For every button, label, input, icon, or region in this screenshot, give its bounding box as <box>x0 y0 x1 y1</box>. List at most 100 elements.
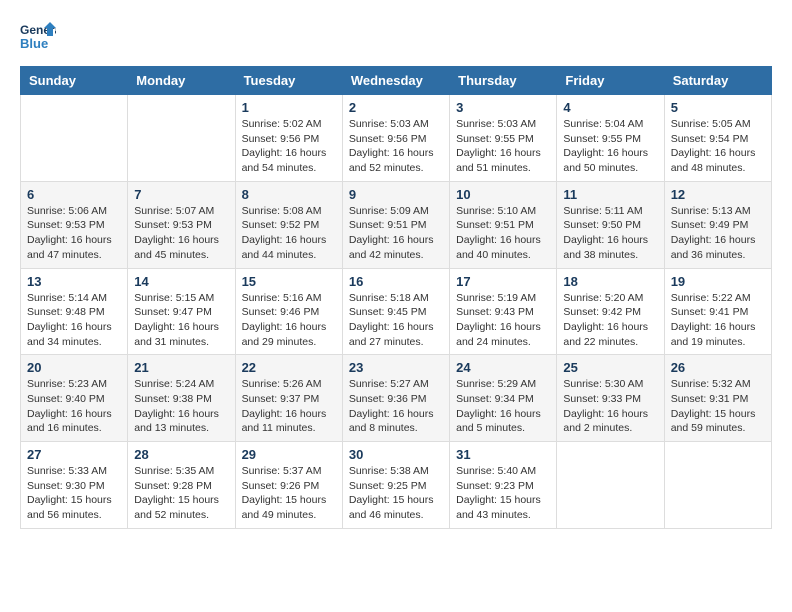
day-info: Sunrise: 5:37 AM Sunset: 9:26 PM Dayligh… <box>242 464 336 523</box>
day-info: Sunrise: 5:13 AM Sunset: 9:49 PM Dayligh… <box>671 204 765 263</box>
day-cell <box>664 442 771 529</box>
day-number: 14 <box>134 274 228 289</box>
day-number: 30 <box>349 447 443 462</box>
day-info: Sunrise: 5:19 AM Sunset: 9:43 PM Dayligh… <box>456 291 550 350</box>
day-info: Sunrise: 5:22 AM Sunset: 9:41 PM Dayligh… <box>671 291 765 350</box>
day-info: Sunrise: 5:20 AM Sunset: 9:42 PM Dayligh… <box>563 291 657 350</box>
weekday-header-friday: Friday <box>557 67 664 95</box>
day-info: Sunrise: 5:08 AM Sunset: 9:52 PM Dayligh… <box>242 204 336 263</box>
logo-text-block: General Blue <box>20 20 56 56</box>
day-cell: 19 Sunrise: 5:22 AM Sunset: 9:41 PM Dayli… <box>664 268 771 355</box>
day-cell: 31Sunrise: 5:40 AM Sunset: 9:23 PM Dayli… <box>450 442 557 529</box>
day-number: 9 <box>349 187 443 202</box>
day-number: 1 <box>242 100 336 115</box>
day-number: 7 <box>134 187 228 202</box>
weekday-header-tuesday: Tuesday <box>235 67 342 95</box>
weekday-header-wednesday: Wednesday <box>342 67 449 95</box>
day-cell: 2 Sunrise: 5:03 AM Sunset: 9:56 PM Daylig… <box>342 95 449 182</box>
day-cell: 30 Sunrise: 5:38 AM Sunset: 9:25 PM Dayli… <box>342 442 449 529</box>
day-cell: 28 Sunrise: 5:35 AM Sunset: 9:28 PM Dayli… <box>128 442 235 529</box>
day-number: 19 <box>671 274 765 289</box>
day-info: Sunrise: 5:23 AM Sunset: 9:40 PM Dayligh… <box>27 377 121 436</box>
day-cell: 14Sunrise: 5:15 AM Sunset: 9:47 PM Dayli… <box>128 268 235 355</box>
day-cell: 6Sunrise: 5:06 AM Sunset: 9:53 PM Daylig… <box>21 181 128 268</box>
day-cell: 22Sunrise: 5:26 AM Sunset: 9:37 PM Dayli… <box>235 355 342 442</box>
day-number: 24 <box>456 360 550 375</box>
weekday-header-sunday: Sunday <box>21 67 128 95</box>
logo: General Blue <box>20 20 56 56</box>
day-cell: 16Sunrise: 5:18 AM Sunset: 9:45 PM Dayli… <box>342 268 449 355</box>
day-cell: 12 Sunrise: 5:13 AM Sunset: 9:49 PM Dayli… <box>664 181 771 268</box>
day-info: Sunrise: 5:32 AM Sunset: 9:31 PM Dayligh… <box>671 377 765 436</box>
day-number: 12 <box>671 187 765 202</box>
day-cell: 26 Sunrise: 5:32 AM Sunset: 9:31 PM Dayli… <box>664 355 771 442</box>
day-info: Sunrise: 5:24 AM Sunset: 9:38 PM Dayligh… <box>134 377 228 436</box>
day-cell: 18 Sunrise: 5:20 AM Sunset: 9:42 PM Dayli… <box>557 268 664 355</box>
day-info: Sunrise: 5:16 AM Sunset: 9:46 PM Dayligh… <box>242 291 336 350</box>
day-cell: 20 Sunrise: 5:23 AM Sunset: 9:40 PM Dayli… <box>21 355 128 442</box>
calendar-table: SundayMondayTuesdayWednesdayThursdayFrid… <box>20 66 772 529</box>
weekday-header-saturday: Saturday <box>664 67 771 95</box>
svg-text:Blue: Blue <box>20 36 48 51</box>
day-cell: 9 Sunrise: 5:09 AM Sunset: 9:51 PM Daylig… <box>342 181 449 268</box>
day-info: Sunrise: 5:27 AM Sunset: 9:36 PM Dayligh… <box>349 377 443 436</box>
day-info: Sunrise: 5:04 AM Sunset: 9:55 PM Dayligh… <box>563 117 657 176</box>
day-cell: 7 Sunrise: 5:07 AM Sunset: 9:53 PM Daylig… <box>128 181 235 268</box>
day-cell: 29 Sunrise: 5:37 AM Sunset: 9:26 PM Dayli… <box>235 442 342 529</box>
day-cell: 3Sunrise: 5:03 AM Sunset: 9:55 PM Daylig… <box>450 95 557 182</box>
day-number: 2 <box>349 100 443 115</box>
day-number: 4 <box>563 100 657 115</box>
day-number: 27 <box>27 447 121 462</box>
day-cell: 11 Sunrise: 5:11 AM Sunset: 9:50 PM Dayli… <box>557 181 664 268</box>
week-row-1: 1 Sunrise: 5:02 AM Sunset: 9:56 PM Daylig… <box>21 95 772 182</box>
day-info: Sunrise: 5:03 AM Sunset: 9:55 PM Dayligh… <box>456 117 550 176</box>
day-number: 16 <box>349 274 443 289</box>
day-cell: 8 Sunrise: 5:08 AM Sunset: 9:52 PM Daylig… <box>235 181 342 268</box>
day-number: 28 <box>134 447 228 462</box>
week-row-3: 13 Sunrise: 5:14 AM Sunset: 9:48 PM Dayli… <box>21 268 772 355</box>
day-info: Sunrise: 5:29 AM Sunset: 9:34 PM Dayligh… <box>456 377 550 436</box>
day-number: 8 <box>242 187 336 202</box>
day-info: Sunrise: 5:14 AM Sunset: 9:48 PM Dayligh… <box>27 291 121 350</box>
week-row-5: 27 Sunrise: 5:33 AM Sunset: 9:30 PM Dayli… <box>21 442 772 529</box>
day-number: 29 <box>242 447 336 462</box>
day-number: 17 <box>456 274 550 289</box>
day-info: Sunrise: 5:30 AM Sunset: 9:33 PM Dayligh… <box>563 377 657 436</box>
day-info: Sunrise: 5:10 AM Sunset: 9:51 PM Dayligh… <box>456 204 550 263</box>
day-cell <box>557 442 664 529</box>
day-info: Sunrise: 5:35 AM Sunset: 9:28 PM Dayligh… <box>134 464 228 523</box>
day-info: Sunrise: 5:09 AM Sunset: 9:51 PM Dayligh… <box>349 204 443 263</box>
day-cell: 5Sunrise: 5:05 AM Sunset: 9:54 PM Daylig… <box>664 95 771 182</box>
day-cell: 24 Sunrise: 5:29 AM Sunset: 9:34 PM Dayli… <box>450 355 557 442</box>
day-info: Sunrise: 5:03 AM Sunset: 9:56 PM Dayligh… <box>349 117 443 176</box>
day-cell: 15Sunrise: 5:16 AM Sunset: 9:46 PM Dayli… <box>235 268 342 355</box>
day-info: Sunrise: 5:07 AM Sunset: 9:53 PM Dayligh… <box>134 204 228 263</box>
day-cell <box>21 95 128 182</box>
day-number: 6 <box>27 187 121 202</box>
day-cell: 17 Sunrise: 5:19 AM Sunset: 9:43 PM Dayli… <box>450 268 557 355</box>
weekday-header-monday: Monday <box>128 67 235 95</box>
day-cell: 1 Sunrise: 5:02 AM Sunset: 9:56 PM Daylig… <box>235 95 342 182</box>
day-cell <box>128 95 235 182</box>
day-number: 20 <box>27 360 121 375</box>
day-info: Sunrise: 5:11 AM Sunset: 9:50 PM Dayligh… <box>563 204 657 263</box>
day-info: Sunrise: 5:02 AM Sunset: 9:56 PM Dayligh… <box>242 117 336 176</box>
week-row-4: 20 Sunrise: 5:23 AM Sunset: 9:40 PM Dayli… <box>21 355 772 442</box>
day-number: 23 <box>349 360 443 375</box>
logo-svg-icon: General Blue <box>20 20 56 56</box>
day-info: Sunrise: 5:33 AM Sunset: 9:30 PM Dayligh… <box>27 464 121 523</box>
day-info: Sunrise: 5:38 AM Sunset: 9:25 PM Dayligh… <box>349 464 443 523</box>
week-row-2: 6Sunrise: 5:06 AM Sunset: 9:53 PM Daylig… <box>21 181 772 268</box>
day-cell: 21Sunrise: 5:24 AM Sunset: 9:38 PM Dayli… <box>128 355 235 442</box>
day-cell: 10Sunrise: 5:10 AM Sunset: 9:51 PM Dayli… <box>450 181 557 268</box>
day-number: 26 <box>671 360 765 375</box>
day-info: Sunrise: 5:05 AM Sunset: 9:54 PM Dayligh… <box>671 117 765 176</box>
day-cell: 25Sunrise: 5:30 AM Sunset: 9:33 PM Dayli… <box>557 355 664 442</box>
weekday-header-thursday: Thursday <box>450 67 557 95</box>
day-number: 18 <box>563 274 657 289</box>
day-number: 11 <box>563 187 657 202</box>
weekday-header-row: SundayMondayTuesdayWednesdayThursdayFrid… <box>21 67 772 95</box>
day-cell: 27 Sunrise: 5:33 AM Sunset: 9:30 PM Dayli… <box>21 442 128 529</box>
day-info: Sunrise: 5:26 AM Sunset: 9:37 PM Dayligh… <box>242 377 336 436</box>
day-number: 13 <box>27 274 121 289</box>
